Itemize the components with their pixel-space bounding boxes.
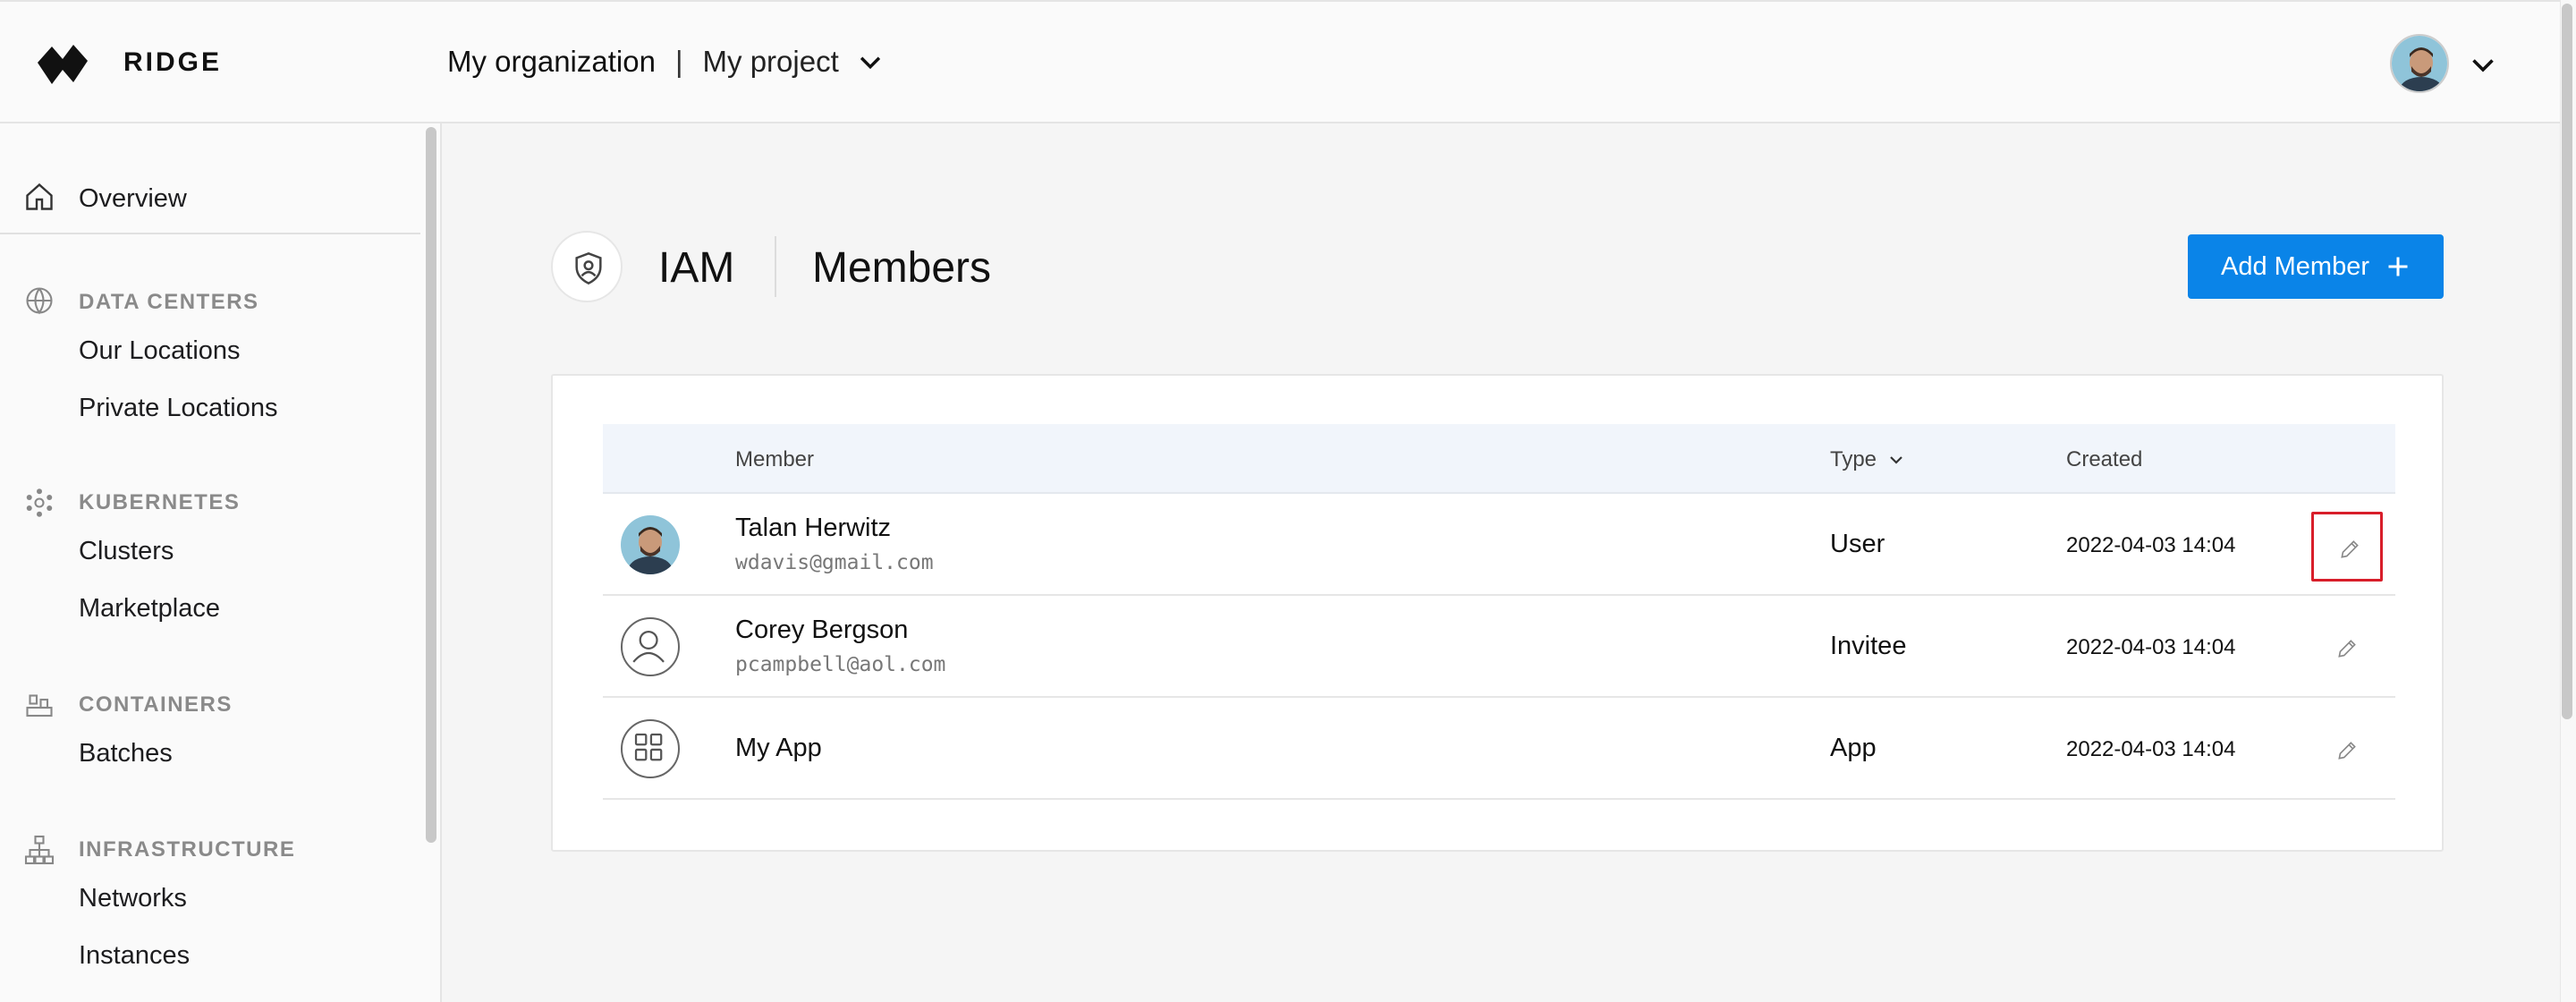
sidebar-section-infrastructure: INFRASTRUCTURE — [79, 837, 296, 862]
table-row: My App App 2022-04-03 14:04 — [603, 698, 2395, 800]
column-header-type-label: Type — [1830, 447, 1877, 471]
organization-name[interactable]: My organization — [447, 45, 656, 79]
member-created: 2022-04-03 14:04 — [2066, 737, 2236, 761]
top-bar: RIDGE My organization | My project — [0, 0, 2560, 123]
sidebar-scrollbar[interactable] — [426, 127, 436, 843]
page-title: Members — [812, 244, 992, 292]
sidebar-section-containers: CONTAINERS — [79, 692, 233, 717]
pencil-icon — [2338, 640, 2356, 658]
sidebar-item-marketplace[interactable]: Marketplace — [79, 594, 220, 624]
sidebar: Overview DATA CENTERS Our Locations Priv… — [0, 123, 442, 1002]
member-name: Talan Herwitz — [735, 514, 892, 542]
containers-icon — [26, 694, 53, 718]
member-created: 2022-04-03 14:04 — [2066, 635, 2236, 659]
edit-button[interactable] — [2311, 716, 2383, 785]
breadcrumb-separator: | — [674, 45, 683, 78]
org-project-selector[interactable]: My organization | My project — [447, 45, 886, 79]
page-scrollbar-thumb[interactable] — [2562, 4, 2572, 719]
table-row: Talan Herwitz wdavis@gmail.com User 2022… — [603, 494, 2395, 596]
sidebar-item-overview[interactable]: Overview — [0, 150, 420, 234]
edit-button[interactable] — [2311, 512, 2383, 582]
iam-badge — [551, 231, 623, 302]
members-card: Member Type Created Talan Herwitz wdavis… — [551, 374, 2444, 852]
sidebar-item-private-locations[interactable]: Private Locations — [79, 394, 277, 423]
ridge-logo-icon — [38, 45, 88, 84]
member-type: User — [1830, 530, 1885, 558]
member-email: wdavis@gmail.com — [735, 551, 934, 574]
sidebar-item-our-locations[interactable]: Our Locations — [79, 336, 241, 366]
edit-button[interactable] — [2311, 614, 2383, 684]
add-member-button[interactable]: Add Member — [2188, 234, 2444, 299]
column-header-type[interactable]: Type — [1830, 447, 1907, 472]
project-name[interactable]: My project — [703, 45, 839, 79]
table-row: Corey Bergson pcampbell@aol.com Invitee … — [603, 596, 2395, 698]
sidebar-item-batches[interactable]: Batches — [79, 739, 173, 768]
pencil-icon — [2341, 540, 2359, 558]
chevron-down-icon — [1890, 456, 1902, 464]
sidebar-section-data-centers: DATA CENTERS — [79, 290, 259, 314]
add-member-label: Add Member — [2220, 251, 2369, 281]
globe-icon — [26, 287, 53, 315]
user-avatar[interactable] — [2390, 34, 2449, 93]
kubernetes-icon — [26, 488, 53, 517]
brand-logo[interactable]: RIDGE — [38, 36, 222, 89]
brand-name: RIDGE — [123, 47, 223, 77]
pencil-icon — [2338, 742, 2356, 760]
member-avatar — [621, 515, 680, 574]
member-name: My App — [735, 734, 822, 762]
home-icon — [26, 183, 53, 210]
sidebar-item-instances[interactable]: Instances — [79, 941, 190, 971]
breadcrumb-iam[interactable]: IAM — [658, 243, 734, 293]
shield-user-icon — [575, 251, 602, 285]
avatar-photo-icon — [2392, 36, 2447, 91]
member-created: 2022-04-03 14:04 — [2066, 533, 2236, 557]
chevron-down-icon[interactable] — [855, 47, 886, 77]
member-avatar — [621, 719, 680, 778]
member-type: Invitee — [1830, 632, 1907, 660]
member-name: Corey Bergson — [735, 616, 909, 644]
column-header-member: Member — [735, 447, 815, 471]
member-type: App — [1830, 734, 1877, 762]
avatar-photo-icon — [621, 515, 680, 574]
column-header-created: Created — [2066, 447, 2143, 471]
network-icon — [24, 835, 55, 865]
sidebar-section-kubernetes: KUBERNETES — [79, 490, 241, 514]
sidebar-item-networks[interactable]: Networks — [79, 884, 187, 913]
member-avatar — [621, 617, 680, 676]
member-email: pcampbell@aol.com — [735, 653, 946, 676]
app-grid-icon — [634, 733, 663, 761]
sidebar-item-label: Overview — [79, 184, 187, 213]
user-menu-chevron-icon[interactable] — [2467, 48, 2499, 81]
person-icon — [632, 630, 665, 663]
header-divider — [775, 236, 776, 297]
plus-icon — [2388, 257, 2408, 276]
table-header: Member Type Created — [603, 424, 2395, 494]
sidebar-item-clusters[interactable]: Clusters — [79, 537, 174, 566]
